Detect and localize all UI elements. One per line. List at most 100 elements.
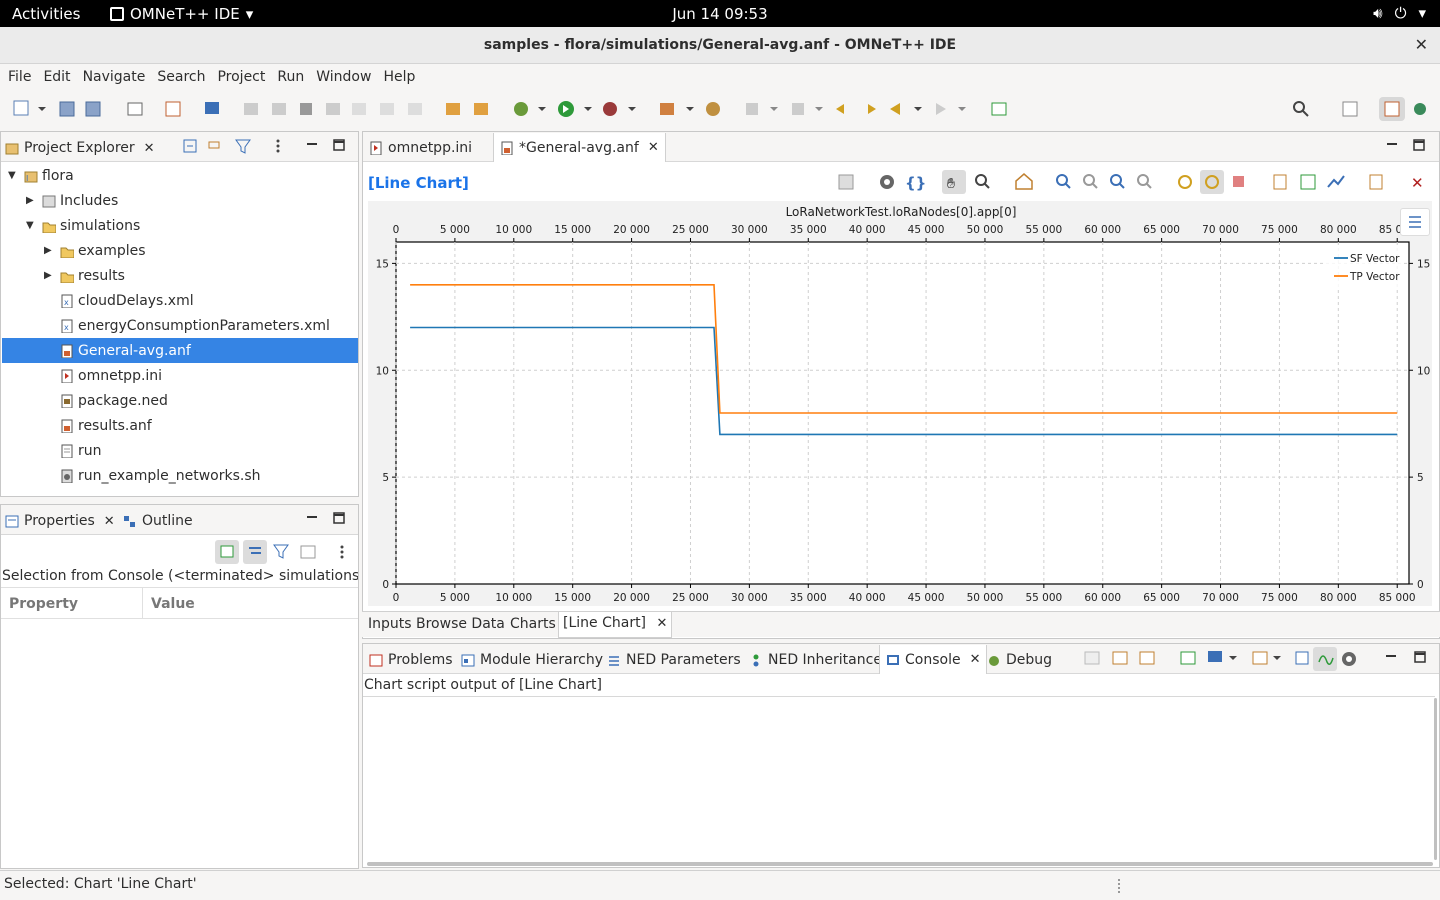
tree-item-run[interactable]: run [2,438,358,463]
simulation-perspective-icon[interactable] [1379,97,1405,121]
tree-item-omnetpp-ini[interactable]: omnetpp.ini [2,363,358,388]
pause-icon[interactable] [272,103,286,115]
copy-icon[interactable] [1273,174,1287,190]
tree-item-package-ned[interactable]: package.ned [2,388,358,413]
maximize-icon[interactable] [333,512,345,524]
debug-perspective-icon[interactable] [1414,103,1426,115]
menu-file[interactable]: File [8,64,39,91]
word-wrap-icon[interactable] [1313,647,1337,671]
legend-toggle-button[interactable] [1400,208,1430,236]
perspective-icon[interactable] [1342,101,1358,117]
tree-item-includes[interactable]: ▶ Includes [2,188,358,213]
pin-console-icon[interactable] [1180,651,1196,665]
close-icon[interactable]: ✕ [144,141,155,156]
close-icon[interactable]: ✕ [648,140,659,155]
menu-search[interactable]: Search [157,64,213,91]
save-icon[interactable] [59,101,75,117]
run-icon[interactable] [558,101,592,117]
horizontal-scrollbar[interactable] [367,862,1433,866]
collapsed-chevron-icon[interactable]: ▶ [44,245,52,256]
export-chart-icon[interactable] [1300,174,1316,190]
remove-all-icon[interactable] [1139,651,1155,665]
tree-item-run-example-networks[interactable]: run_example_networks.sh [2,463,358,488]
save-all-icon[interactable] [85,101,101,117]
close-window-icon[interactable]: ✕ [1415,35,1428,54]
maximize-icon[interactable] [333,139,345,151]
zoom-icon[interactable] [975,174,990,189]
step-into-icon[interactable] [352,103,366,115]
profile-icon[interactable] [603,102,636,116]
maximize-icon[interactable] [1414,651,1426,663]
save-icon[interactable] [838,174,854,190]
tree-item-results-anf[interactable]: results.anf [2,413,358,438]
back-icon[interactable] [890,103,922,115]
tab-line-chart[interactable]: [Line Chart] ✕ [558,612,673,638]
view-menu-icon[interactable] [276,139,280,153]
goto-icon[interactable] [1369,174,1383,190]
last-edit-icon[interactable] [836,104,844,114]
script-icon[interactable]: {} [905,174,926,192]
tab-properties[interactable]: Properties ✕ [5,510,115,532]
close-icon[interactable]: ✕ [104,514,115,529]
pan-icon[interactable]: ✋︎ [942,170,966,194]
tab-browse-data[interactable]: Browse Data [416,616,505,632]
tree-item-results[interactable]: ▶ results [2,263,358,288]
auto-refresh-icon[interactable] [1200,170,1224,194]
step-icon[interactable] [244,103,258,115]
settings-icon[interactable] [880,175,894,189]
tree-item-simulations[interactable]: ▼ simulations [2,213,358,238]
column-property[interactable]: Property [9,596,78,612]
stop-icon[interactable] [300,103,312,115]
zoom-in-vertical-icon[interactable] [1110,174,1125,189]
collapse-all-icon[interactable] [183,139,197,153]
next-annotation-icon[interactable] [746,103,778,115]
chart-area[interactable]: 005 000 5 000 10 000 10 000 15 000 15 000 20 0… [368,201,1432,606]
tab-omnetpp-ini[interactable]: omnetpp.ini [369,137,472,159]
activities-button[interactable]: Activities [12,5,80,23]
filter-icon[interactable] [235,139,251,154]
open-console-icon[interactable] [1252,651,1281,665]
build-icon[interactable] [127,102,143,116]
menu-window[interactable]: Window [316,64,379,91]
categories-icon[interactable] [243,540,267,564]
collapsed-chevron-icon[interactable]: ▶ [44,270,52,281]
export-icon[interactable] [165,101,181,117]
new-icon[interactable] [13,100,46,116]
maximize-icon[interactable] [1413,139,1425,151]
tab-ned-parameters[interactable]: NED Parameters [607,649,741,671]
tree-item-energyconsumption[interactable]: x energyConsumptionParameters.xml [2,313,358,338]
export-image-icon[interactable] [1327,175,1345,188]
search-icon[interactable] [1293,101,1309,117]
app-menu[interactable]: OMNeT++ IDE ▾ [110,5,253,23]
view-menu-icon[interactable] [340,545,344,559]
expanded-chevron-icon[interactable]: ▼ [8,170,16,181]
menu-edit[interactable]: Edit [43,64,78,91]
stop-icon[interactable] [1233,176,1244,187]
forward-icon[interactable] [936,103,966,115]
close-icon[interactable]: ✕ [970,652,981,667]
menu-project[interactable]: Project [217,64,273,91]
menu-run[interactable]: Run [277,64,312,91]
tree-item-clouddelays[interactable]: x cloudDelays.xml [2,288,358,313]
tab-project-explorer[interactable]: Project Explorer ✕ [5,137,155,159]
line-chart[interactable]: 005 0005 00010 00010 00015 00015 00020 0… [368,201,1432,606]
collapsed-chevron-icon[interactable]: ▶ [26,195,34,206]
format-icon[interactable] [446,103,460,115]
tab-debug[interactable]: Debug [987,649,1052,671]
close-icon[interactable]: ✕ [656,616,667,631]
filter-icon[interactable] [273,544,289,559]
tree-item-flora[interactable]: ▼ Ⅰ flora [2,163,358,188]
column-divider[interactable] [142,588,143,618]
refresh-icon[interactable] [1178,175,1192,189]
tab-general-avg[interactable]: *General-avg.anf ✕ [493,133,666,162]
remove-launch-icon[interactable] [1112,651,1128,665]
monitor-icon[interactable] [205,102,219,114]
restore-defaults-icon[interactable] [300,545,316,559]
menu-navigate[interactable]: Navigate [83,64,154,91]
zoom-out-vertical-icon[interactable] [1137,174,1152,189]
tab-console[interactable]: Console ✕ [879,645,988,674]
system-menu[interactable]: 🔊︎ ⏻ ▾ [1373,4,1426,22]
tools-icon[interactable] [660,103,694,115]
vertical-scrollbar[interactable] [1434,698,1437,860]
home-icon[interactable] [1015,173,1033,190]
